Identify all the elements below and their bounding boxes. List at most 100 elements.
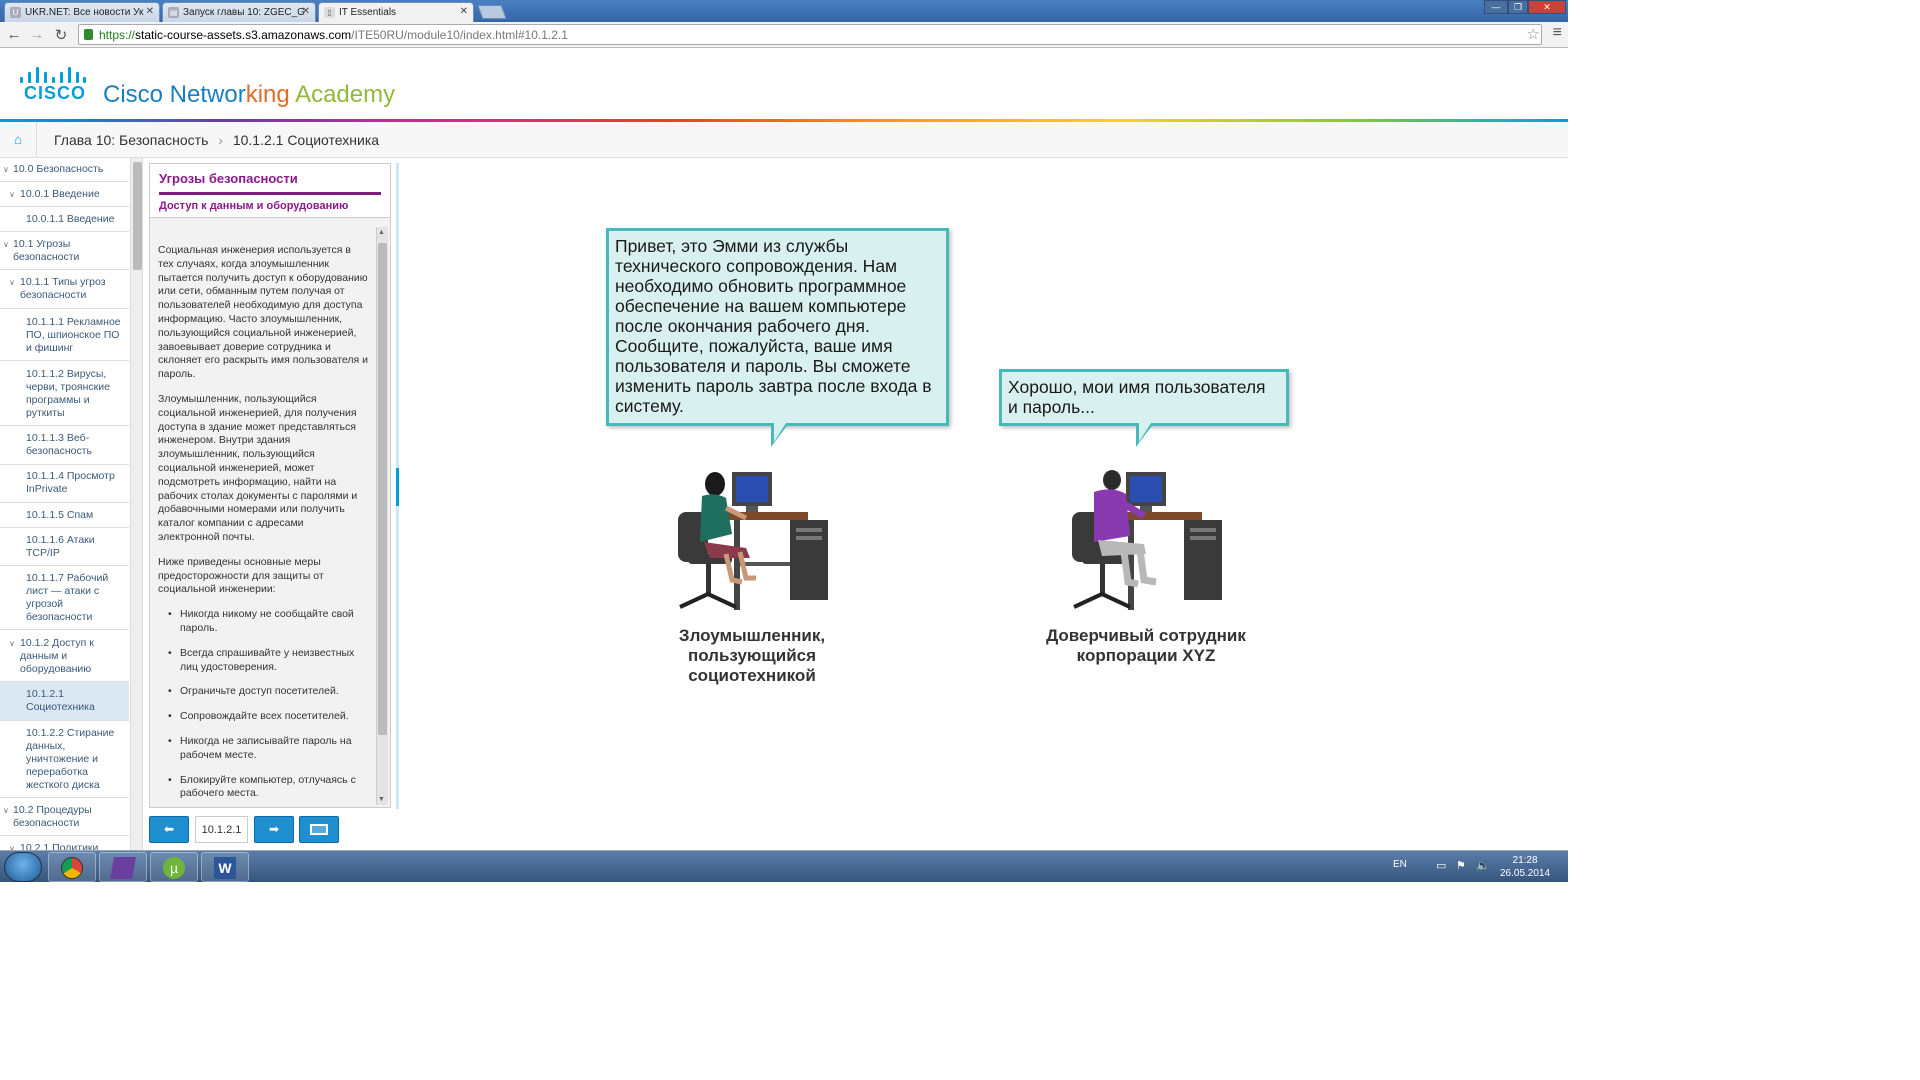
nav-item-10-1-2[interactable]: ∨ 10.1.2 Доступ к данным и оборудованию xyxy=(0,630,129,682)
chevron-down-icon: ∨ xyxy=(3,165,9,174)
chevron-down-icon: ∨ xyxy=(3,240,9,249)
nav-item-10-1-1-6[interactable]: 10.1.1.6 Атаки TCP/IP xyxy=(0,528,129,566)
address-bar[interactable]: https://static-course-assets.s3.amazonaw… xyxy=(78,24,1542,45)
system-clock[interactable]: 21:28 26.05.2014 xyxy=(1500,854,1550,880)
panel-title-underline xyxy=(159,192,381,195)
screen-icon xyxy=(310,824,328,836)
browser-menu-icon[interactable]: ≡ xyxy=(1553,24,1562,42)
nav-item-10-2[interactable]: ∨ 10.2 Процедуры безопасности xyxy=(0,798,129,836)
scroll-down-arrow-icon[interactable]: ▼ xyxy=(378,796,385,803)
chevron-down-icon: ∨ xyxy=(3,806,9,815)
chrome-taskbar-button[interactable] xyxy=(48,852,96,882)
nav-item-10-0-1[interactable]: ∨ 10.0.1 Введение xyxy=(0,182,129,207)
restore-window-icon[interactable]: ❐ xyxy=(1508,0,1528,14)
nav-item-10-0[interactable]: ∨ 10.0 Безопасность xyxy=(0,158,129,182)
nav-item-10-1-1-3[interactable]: 10.1.1.3 Веб-безопасность xyxy=(0,426,129,465)
network-icon[interactable]: ▭ xyxy=(1436,859,1446,872)
breadcrumb: ⌂ Глава 10: Безопасность › 10.1.2.1 Соци… xyxy=(0,122,1568,158)
lock-icon xyxy=(84,29,93,40)
paragraph: Социальная инженерия используется в тех … xyxy=(158,244,368,381)
close-tab-icon[interactable]: ✕ xyxy=(302,6,310,17)
site-header: CISCO Cisco Networking Academy xyxy=(0,48,1568,122)
back-arrow-icon[interactable]: ← xyxy=(5,26,23,43)
course-nav-sidebar: ∨ 10.0 Безопасность ∨ 10.0.1 Введение 10… xyxy=(0,158,143,850)
breadcrumb-separator: › xyxy=(218,132,223,148)
new-tab-button[interactable] xyxy=(477,5,507,19)
breadcrumb-section: 10.1.2.1 Социотехника xyxy=(232,132,380,148)
employee-speech-text: Хорошо, мои имя пользователя и пароль... xyxy=(1008,377,1266,417)
nav-item-10-1-1-5[interactable]: 10.1.1.5 Спам xyxy=(0,503,129,528)
clock-date: 26.05.2014 xyxy=(1500,868,1551,879)
nav-item-10-1-1-7[interactable]: 10.1.1.7 Рабочий лист — атаки с угрозой … xyxy=(0,566,129,630)
reload-icon[interactable]: ↻ xyxy=(52,26,70,44)
next-page-button[interactable]: ➡ xyxy=(254,816,294,843)
nav-item-10-1-1-1[interactable]: 10.1.1.1 Рекламное ПО, шпионское ПО и фи… xyxy=(0,309,129,361)
nav-item-10-1-2-2[interactable]: 10.1.2.2 Стирание данных, уничтожение и … xyxy=(0,721,129,798)
attacker-caption: Злоумышленник, пользующийся социотехнико… xyxy=(678,626,826,685)
panel-scrollbar[interactable]: ▲ ▼ xyxy=(376,227,388,805)
language-indicator[interactable]: EN xyxy=(1393,859,1407,870)
list-item: Блокируйте компьютер, отлучаясь с рабоче… xyxy=(166,774,368,802)
nav-item-10-1-1[interactable]: ∨ 10.1.1 Типы угроз безопасности xyxy=(0,270,129,309)
browser-tab-it-essentials[interactable]: ▯ IT Essentials ✕ xyxy=(318,2,474,22)
visual-studio-taskbar-button[interactable] xyxy=(99,852,147,882)
attacker-speech-text: Привет, это Эмми из службы технического … xyxy=(615,236,932,416)
nav-item-10-1-2-1[interactable]: 10.1.2.1 Социотехника xyxy=(0,682,129,721)
previous-page-button[interactable]: ⬅ xyxy=(149,816,189,843)
panel-header: Угрозы безопасности Доступ к данным и об… xyxy=(150,164,390,218)
nav-item-10-1[interactable]: ∨ 10.1 Угрозы безопасности xyxy=(0,232,129,270)
panel-scrollbar-thumb[interactable] xyxy=(378,243,387,735)
close-tab-icon[interactable]: ✕ xyxy=(460,6,468,17)
precautions-list: Никогда никому не сообщайте свой пароль.… xyxy=(158,608,368,801)
browser-tab-bar: U UKR.NET: Все новости Ук ✕ ▤ Запуск гла… xyxy=(0,0,1568,22)
browser-toolbar: ← → ↻ https://static-course-assets.s3.am… xyxy=(0,22,1568,48)
url-scheme: https:// xyxy=(99,28,136,42)
employee-caption: Доверчивый сотрудник корпорации XYZ xyxy=(1046,626,1246,665)
document-favicon-icon: ▯ xyxy=(324,7,335,18)
nav-item-10-0-1-1[interactable]: 10.0.1.1 Введение xyxy=(0,207,129,232)
bookmark-star-icon[interactable]: ☆ xyxy=(1527,25,1540,43)
panel-body: Социальная инженерия используется в тех … xyxy=(158,244,368,804)
clock-time: 21:28 xyxy=(1512,855,1538,866)
paragraph: Ниже приведены основные меры предосторож… xyxy=(158,555,324,596)
nav-scrollbar[interactable] xyxy=(130,158,142,850)
chevron-down-icon: ∨ xyxy=(9,278,15,287)
action-center-flag-icon[interactable]: ⚑ xyxy=(1456,859,1466,872)
tab-label: UKR.NET: Все новости Ук xyxy=(25,7,144,18)
attacker-at-computer-illustration xyxy=(678,472,828,610)
nav-item-10-1-1-2[interactable]: 10.1.1.2 Вирусы, черви, троянские програ… xyxy=(0,361,129,426)
chevron-down-icon: ∨ xyxy=(9,639,15,648)
tab-label: Запуск главы 10: ZGEC_G xyxy=(183,7,305,18)
scroll-up-arrow-icon[interactable]: ▲ xyxy=(378,229,385,236)
attacker-speech-bubble: Привет, это Эмми из службы технического … xyxy=(606,228,949,447)
windows-start-button[interactable] xyxy=(4,852,42,882)
nav-scrollbar-thumb[interactable] xyxy=(133,162,142,270)
cisco-logo-bars-icon xyxy=(20,67,86,83)
page-number-field[interactable]: 10.1.2.1 xyxy=(195,816,248,843)
word-taskbar-button[interactable]: W xyxy=(201,852,249,882)
close-window-icon[interactable]: ✕ xyxy=(1528,0,1566,14)
list-item: Никогда никому не сообщайте свой пароль. xyxy=(166,608,368,636)
minimize-window-icon[interactable]: — xyxy=(1484,0,1508,14)
breadcrumb-chapter[interactable]: Глава 10: Безопасность xyxy=(54,132,208,148)
volume-icon[interactable]: 🔈 xyxy=(1476,859,1490,872)
forward-arrow-icon[interactable]: → xyxy=(28,26,46,43)
utorrent-icon: µ xyxy=(163,857,185,879)
nav-item-10-1-1-4[interactable]: 10.1.1.4 Просмотр InPrivate xyxy=(0,465,129,503)
academy-title: Cisco Networking Academy xyxy=(103,81,396,108)
close-tab-icon[interactable]: ✕ xyxy=(146,6,154,17)
chevron-down-icon: ∨ xyxy=(9,190,15,199)
home-icon[interactable]: ⌂ xyxy=(0,122,37,158)
browser-tab-ukrnet[interactable]: U UKR.NET: Все новости Ук ✕ xyxy=(4,2,160,22)
list-item: Сопровождайте всех посетителей. xyxy=(166,710,368,724)
nav-item-10-2-1[interactable]: ∨ 10.2.1 Политики xyxy=(0,836,129,850)
word-icon: W xyxy=(214,857,236,879)
fullscreen-button[interactable] xyxy=(299,816,339,843)
content-text-panel: Угрозы безопасности Доступ к данным и об… xyxy=(149,163,391,808)
panel-resize-handle[interactable] xyxy=(396,468,399,506)
cisco-logo-text: CISCO xyxy=(24,83,87,103)
panel-title: Угрозы безопасности xyxy=(159,171,298,186)
browser-tab-zgec[interactable]: ▤ Запуск главы 10: ZGEC_G ✕ xyxy=(162,2,316,22)
utorrent-taskbar-button[interactable]: µ xyxy=(150,852,198,882)
panel-subtitle: Доступ к данным и оборудованию xyxy=(159,200,349,212)
